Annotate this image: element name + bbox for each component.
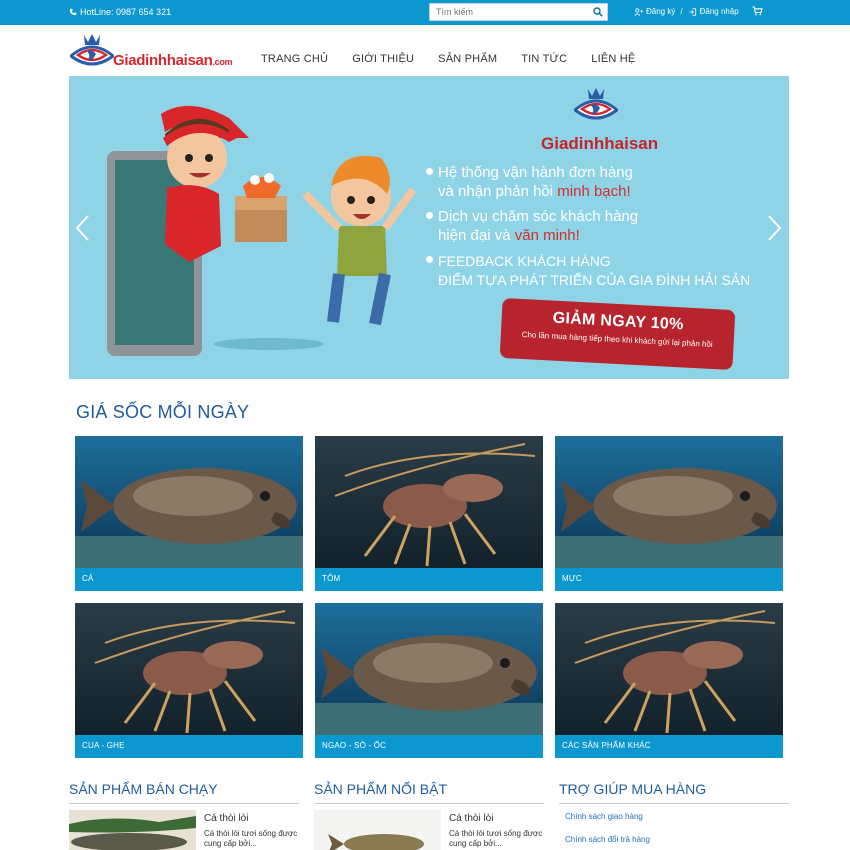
category-image (555, 603, 783, 735)
category-image (555, 436, 783, 568)
category-label: TÔM (322, 574, 341, 583)
hero-banner[interactable]: Giadinhhaisan Hệ thống vận hành đơn hàng… (69, 76, 789, 379)
fish-thumbnail-image (69, 810, 196, 850)
help-divider (559, 803, 789, 804)
help-title: TRỢ GIÚP MUA HÀNG (559, 781, 707, 797)
lobster-image (315, 436, 543, 568)
fish-thumbnail-image (314, 810, 441, 850)
nav-home[interactable]: TRANG CHỦ (249, 53, 340, 65)
register-link[interactable]: Đăng ký (646, 7, 675, 16)
featured-divider (314, 803, 544, 804)
banner-line-1b-highlight: minh bạch! (557, 183, 631, 200)
bestseller-desc: Cá thòi lòi tươi sống được cung cấp bởi.… (204, 829, 298, 848)
nav-about[interactable]: GIỚI THIỆU (340, 53, 426, 65)
phone-icon (69, 8, 77, 16)
banner-line-2a: Dịch vụ chăm sóc khách hàng (438, 208, 639, 225)
category-label: CUA - GHẸ (82, 741, 125, 750)
featured-desc: Cá thòi lòi tươi sống được cung cấp bởi.… (449, 829, 543, 848)
next-slide-icon[interactable] (767, 214, 783, 242)
featured-thumbnail[interactable] (314, 810, 441, 850)
cart-icon[interactable] (752, 6, 763, 16)
bestseller-name[interactable]: Cá thòi lòi (204, 813, 248, 824)
bullet-1 (426, 168, 433, 175)
hotline: HotLine: 0987 654 321 (69, 7, 171, 17)
top-bar: HotLine: 0987 654 321 Đăng ký / Đăng nhậ… (0, 0, 850, 25)
category-label: MỰC (562, 574, 582, 583)
logo-domain: .com (212, 57, 233, 67)
lobster-image (75, 603, 303, 735)
lobster-image (555, 603, 783, 735)
banner-line-3b: ĐIỂM TỰA PHÁT TRIỂN CỦA GIA ĐÌNH HẢI SẢN (438, 272, 751, 288)
category-label: CÁ (82, 574, 94, 583)
category-card-squid[interactable]: MỰC (555, 436, 783, 591)
prev-slide-icon[interactable] (74, 214, 90, 242)
banner-line-1b: và nhận phản hồi minh bạch! (438, 182, 631, 201)
category-card-fish[interactable]: CÁ (75, 436, 303, 591)
logo-name: Giadinhhaisan (113, 52, 213, 69)
category-card-shrimp[interactable]: TÔM (315, 436, 543, 591)
nav-contact[interactable]: LIÊN HỆ (579, 53, 647, 65)
account-separator: / (680, 7, 683, 16)
bestseller-thumbnail[interactable] (69, 810, 196, 850)
bullet-3 (426, 256, 433, 263)
banner-line-1a: Hệ thống vận hành đơn hàng (438, 164, 633, 181)
promo-badge: GIẢM NGAY 10% Cho lần mua hàng tiếp theo… (499, 297, 736, 371)
logo-crown-eye-icon (70, 34, 114, 66)
category-image (315, 603, 543, 735)
featured-name[interactable]: Cá thòi lòi (449, 813, 493, 824)
banner-brand: Giadinhhaisan (541, 134, 659, 153)
banner-line-3a: FEEDBACK KHÁCH HÀNG (438, 253, 611, 269)
bestsellers-divider (69, 803, 299, 804)
nav-news[interactable]: TIN TỨC (509, 53, 579, 65)
nav-products[interactable]: SẢN PHẨM (426, 53, 509, 65)
search-box (429, 3, 608, 21)
category-image (75, 603, 303, 735)
banner-line-2b-text: hiện đại và (438, 227, 515, 244)
user-plus-icon (634, 7, 643, 16)
category-image (75, 436, 303, 568)
logo-text: Giadinhhaisan.com (113, 52, 233, 69)
category-card-shellfish[interactable]: NGAO - SÒ - ỐC (315, 603, 543, 758)
grouper-fish-image (75, 436, 303, 568)
grouper-fish-image (555, 436, 783, 568)
bullet-2 (426, 212, 433, 219)
banner-line-1b-text: và nhận phản hồi (438, 183, 558, 200)
search-icon[interactable] (593, 7, 603, 17)
banner-line-2b: hiện đại và văn minh! (438, 226, 580, 245)
login-link[interactable]: Đăng nhập (700, 7, 739, 16)
featured-title: SẢN PHẨM NỔI BẬT (314, 781, 448, 797)
login-icon (688, 7, 696, 16)
bestsellers-title: SẢN PHẨM BÁN CHẠY (69, 781, 218, 797)
hotline-text: HotLine: 0987 654 321 (80, 7, 172, 17)
category-card-crab[interactable]: CUA - GHẸ (75, 603, 303, 758)
category-label: NGAO - SÒ - ỐC (322, 741, 387, 750)
category-label: CÁC SẢN PHẨM KHÁC (562, 741, 651, 750)
account-links: Đăng ký / Đăng nhập (634, 7, 739, 16)
banner-illustration (107, 105, 417, 356)
banner-line-2b-highlight: văn minh! (514, 227, 580, 244)
grouper-fish-image (315, 603, 543, 735)
search-input[interactable] (430, 4, 580, 20)
site-logo[interactable]: Giadinhhaisan.com (70, 32, 233, 74)
deals-title: GIÁ SỐC MỖI NGÀY (76, 402, 250, 422)
main-nav: TRANG CHỦ GIỚI THIỆU SẢN PHẨM TIN TỨC LI… (249, 53, 647, 65)
help-link-returns[interactable]: Chính sách đổi trả hàng (565, 835, 650, 844)
category-image (315, 436, 543, 568)
banner-logo-icon (574, 88, 618, 120)
category-card-other[interactable]: CÁC SẢN PHẨM KHÁC (555, 603, 783, 758)
help-link-shipping[interactable]: Chính sách giao hàng (565, 812, 643, 821)
